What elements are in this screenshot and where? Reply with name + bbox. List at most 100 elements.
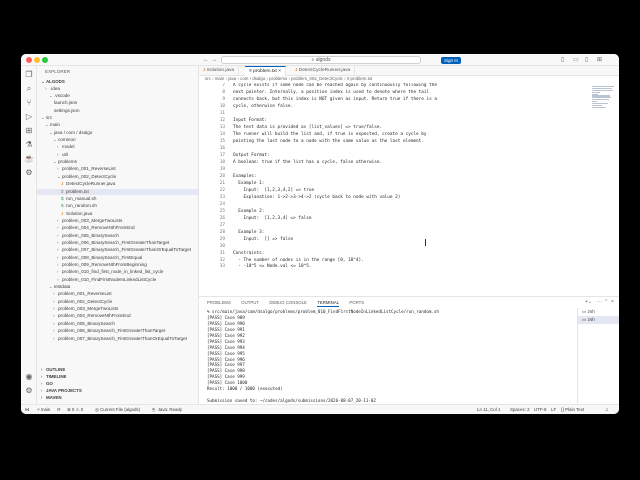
tab-problem-txt[interactable]: ≡ problem.txt × (245, 66, 287, 76)
code-line[interactable]: A cycle exists if some node can be reach… (233, 83, 437, 88)
tree-item[interactable]: $ run_manual.sh (37, 196, 198, 202)
tree-item[interactable]: ⌄common (37, 137, 198, 143)
remote-icon[interactable]: ⋈ (25, 405, 29, 414)
problems-indicator[interactable]: ⊗ 0 ⚠ 0 (67, 405, 83, 414)
tree-item[interactable]: › problem_006_BinarySearch_FirstGreaterTh… (37, 328, 198, 334)
code-line[interactable]: Input: [1,2,3,4] => false (233, 216, 311, 221)
code-view[interactable]: 7 A cycle exists if some node can be reac… (199, 83, 559, 296)
tree-item[interactable]: › problem_003_MergeTwoLists (37, 306, 198, 312)
tab-terminal[interactable]: TERMINAL (317, 300, 339, 307)
tree-item[interactable]: › problem_010_FindFirstNodeInLinkedListCy… (37, 277, 198, 283)
code-line[interactable]: Examples: (233, 174, 257, 179)
tree-item[interactable]: › problem_004_RemoveNthFromEnd (37, 225, 198, 231)
code-line[interactable]: Output Format: (233, 153, 270, 158)
tree-item[interactable]: › model (37, 144, 198, 150)
tree-item[interactable]: › problem_007_BinarySearch_FirstGreaterTh… (37, 336, 198, 342)
tab-output[interactable]: OUTPUT (241, 300, 259, 306)
code-line[interactable]: Example 2: (233, 209, 264, 214)
explorer-icon[interactable]: ❐ (23, 70, 35, 80)
back-arrow-icon[interactable]: ← (203, 56, 209, 64)
more-actions-icon[interactable]: ⋯ (597, 299, 602, 305)
code-line[interactable]: A boolean: true if the list has a cycle,… (233, 160, 382, 165)
code-line[interactable]: The test data is provided as [list_value… (233, 125, 382, 130)
code-line[interactable]: pointing the last node to a node with th… (233, 139, 424, 144)
language-mode[interactable]: {} Plain Text (561, 405, 584, 414)
code-line[interactable]: Input: [1,2,3,4,2] => true (233, 188, 314, 193)
tree-item[interactable]: ⌄java / com / dsalgo (37, 130, 198, 136)
source-control-icon[interactable]: ⑂ (23, 98, 35, 108)
end-of-line[interactable]: LF (551, 405, 556, 414)
tree-item[interactable]: J DetectCycleRunner.java (37, 181, 198, 187)
code-line[interactable]: Explanation: 1->2->3->4->2 (cycle back t… (233, 195, 400, 200)
tree-item[interactable]: $ run_random.sh (37, 203, 198, 209)
tree-item[interactable]: › problem_003_MergeTwoLists (37, 218, 198, 224)
maximize-panel-icon[interactable]: ⌃ (604, 299, 608, 305)
tree-item[interactable]: › problem_007_BinarySearch_FirstGreaterTh… (37, 247, 198, 253)
workspace-root[interactable]: ⌄ALGODS (41, 79, 65, 85)
code-line[interactable]: Input Format: (233, 118, 267, 123)
tree-item[interactable]: launch.json (37, 100, 198, 106)
code-line[interactable]: cycle, otherwise false. (233, 104, 293, 109)
tab-ports[interactable]: PORTS (349, 300, 364, 306)
run-debug-icon[interactable]: ▷ (23, 112, 35, 122)
toggle-sidebar-icon[interactable]: ▯ (561, 56, 564, 64)
section-timeline[interactable]: › TIMELINE (41, 374, 67, 380)
tree-item[interactable]: › problem_001_ReverseList (37, 166, 198, 172)
terminal-session[interactable]: ▭ zsh (578, 308, 619, 316)
tree-item[interactable]: ⌄testdata (37, 284, 198, 290)
code-line[interactable]: Example 1: (233, 181, 264, 186)
tree-item[interactable]: › problem_010_find_first_node_in_linked_l… (37, 269, 198, 275)
tree-item[interactable]: › problem_001_ReverseList (37, 291, 198, 297)
tree-item[interactable]: › problem_006_BinarySearch_FirstGreaterTh… (37, 240, 198, 246)
settings-gear-icon[interactable]: ⚙ (23, 386, 35, 396)
section-go[interactable]: › GO (41, 381, 53, 387)
python-icon[interactable]: ⚙ (23, 168, 35, 178)
close-panel-icon[interactable]: × (611, 299, 614, 305)
tab-detectcyclerunner-java[interactable]: J DetectCycleRunner.java (291, 66, 356, 76)
close-window-button[interactable] (26, 57, 32, 63)
sign-in-button[interactable]: Sign In (441, 56, 461, 64)
java-icon[interactable]: ☕ (23, 154, 35, 164)
indentation[interactable]: Spaces: 2 (510, 405, 530, 414)
tree-item[interactable]: › problem_005_BinarySearch (37, 233, 198, 239)
terminal-output[interactable]: % src/main/java/com/dsalgo/problems/prob… (207, 309, 567, 403)
toggle-panel-icon[interactable]: ▭ (573, 56, 579, 64)
new-terminal-icon[interactable]: +⌄ (585, 299, 592, 305)
notifications-bell-icon[interactable]: ♫ (605, 405, 608, 414)
tree-item[interactable]: › problem_002_DetectCycle (37, 299, 198, 305)
section-outline[interactable]: › OUTLINE (41, 367, 65, 373)
tab-solution-java[interactable]: J Solution.java (199, 66, 240, 76)
account-icon[interactable]: ◉ (23, 372, 35, 382)
tree-item[interactable]: ⌄main (37, 122, 198, 128)
encoding[interactable]: UTF-8 (534, 405, 546, 414)
current-file-indicator[interactable]: ◎ Current File (algods) (95, 405, 140, 414)
tab-debug-console[interactable]: DEBUG CONSOLE (269, 300, 307, 306)
maximize-window-button[interactable] (42, 57, 48, 63)
tree-item[interactable]: J Solution.java (37, 211, 198, 217)
minimap[interactable] (592, 86, 616, 114)
tree-item[interactable]: › problem_005_BinarySearch (37, 321, 198, 327)
java-status[interactable]: ☕ Java: Ready (151, 405, 182, 414)
tree-item[interactable]: ⌄problems (37, 159, 198, 165)
breadcrumb[interactable]: src › main › java › com › dsalgo › probl… (205, 76, 372, 82)
cursor-position[interactable]: Ln 11, Col 1 (477, 405, 500, 414)
code-line[interactable]: Input: [] => false (233, 237, 293, 242)
code-line[interactable]: - The number of nodes is in the range [0… (233, 258, 364, 263)
tab-problems[interactable]: PROBLEMS (207, 300, 231, 306)
code-line[interactable]: connects back, but this index is NOT giv… (233, 97, 437, 102)
minimize-window-button[interactable] (34, 57, 40, 63)
tree-item[interactable]: ⌄.vscode (37, 93, 198, 99)
search-icon[interactable]: ⌕ (23, 84, 35, 94)
tree-item[interactable]: ⌄problem_002_DetectCycle (37, 174, 198, 180)
tree-item[interactable]: › problem_004_RemoveNthFromEnd (37, 313, 198, 319)
code-line[interactable]: - -10^5 <= Node.val <= 10^5. (233, 264, 311, 269)
close-icon[interactable]: × (278, 69, 281, 74)
code-line[interactable]: Example 3: (233, 230, 264, 235)
tree-item[interactable]: ≡ problem.txt (37, 188, 198, 195)
tree-item[interactable]: ⌄src (37, 115, 198, 121)
toggle-secondary-sidebar-icon[interactable]: ▯ (585, 56, 588, 64)
section-java-projects[interactable]: › JAVA PROJECTS (41, 388, 82, 394)
sync-icon[interactable]: ⟳ (57, 405, 61, 414)
tree-item[interactable]: settings.json (37, 108, 198, 114)
code-line[interactable]: next pointer. Internally, a position ind… (233, 90, 429, 95)
